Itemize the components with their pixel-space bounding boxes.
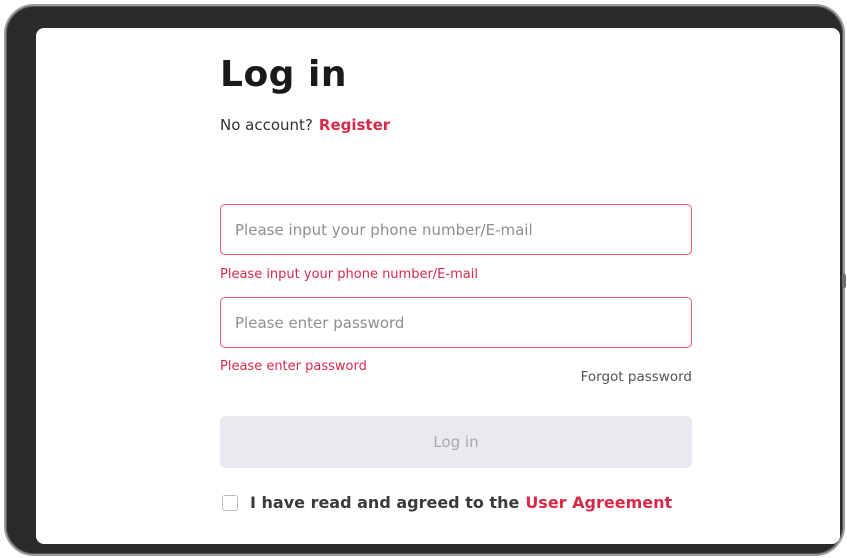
agreement-text: I have read and agreed to the — [250, 493, 520, 512]
agreement-row: I have read and agreed to the User Agreem… — [222, 493, 672, 512]
password-input[interactable] — [220, 297, 692, 348]
login-screen: Log in No account? Register Please input … — [36, 28, 840, 544]
agreement-checkbox[interactable] — [222, 494, 238, 511]
register-row: No account? Register — [220, 116, 390, 134]
login-button[interactable]: Log in — [220, 416, 692, 468]
password-error-message: Please enter password — [220, 359, 367, 374]
page-title: Log in — [220, 54, 347, 95]
no-account-text: No account? — [220, 116, 313, 134]
phone-error-message: Please input your phone number/E-mail — [220, 267, 478, 282]
device-side-button — [842, 274, 846, 288]
user-agreement-link[interactable]: User Agreement — [525, 493, 672, 512]
phone-email-input[interactable] — [220, 204, 692, 255]
tablet-frame: Log in No account? Register Please input … — [4, 4, 846, 556]
forgot-password-link[interactable]: Forgot password — [581, 369, 692, 385]
register-link[interactable]: Register — [319, 116, 390, 134]
